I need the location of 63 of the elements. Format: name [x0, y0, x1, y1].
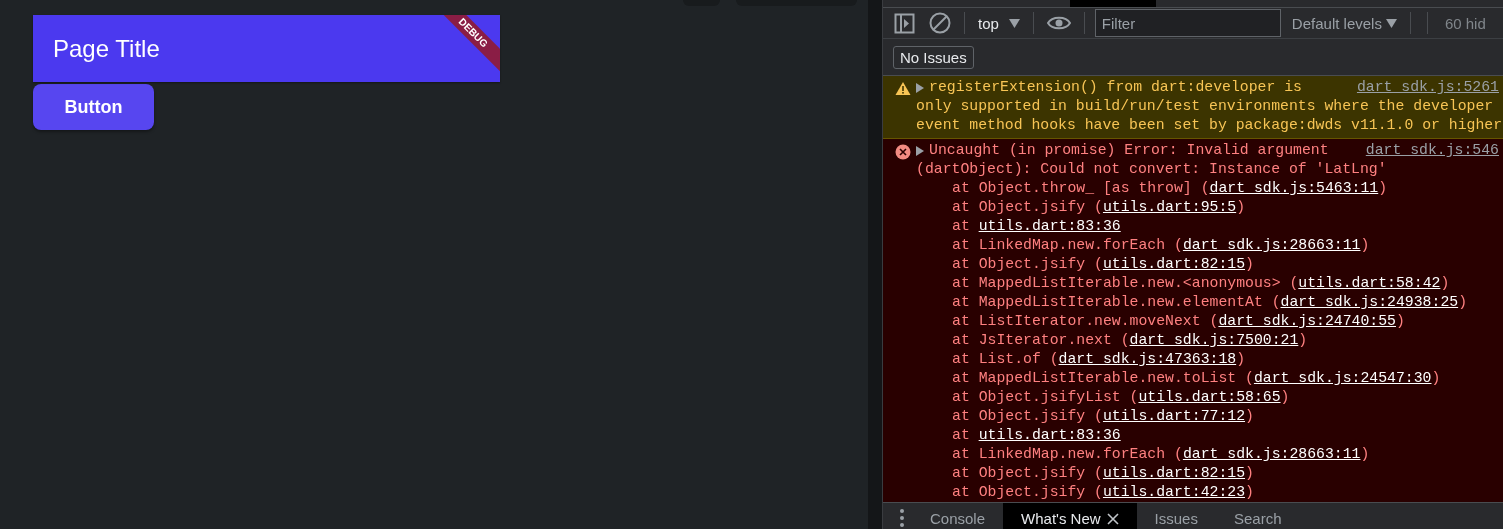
source-link[interactable]: utils.dart:82:15	[1102, 465, 1246, 481]
sidebar-toggle-icon[interactable]	[894, 12, 915, 34]
warning-icon	[895, 81, 911, 96]
stack-frame: at Object.jsifyList (utils.dart:58:65)	[916, 388, 1499, 407]
source-link[interactable]: dart_sdk.js:546	[1365, 141, 1499, 160]
dropdown-caret-icon	[1008, 18, 1020, 28]
expand-arrow-icon[interactable]	[916, 145, 924, 156]
message-text: Uncaught (in promise) Error: Invalid argument	[929, 141, 1330, 160]
source-link[interactable]: dart_sdk.js:24740:55	[1218, 313, 1396, 329]
stack-frame: at MappedListIterable.new.toList (dart_sdk.js:24547:30)	[916, 369, 1499, 388]
source-link[interactable]: utils.dart:83:36	[978, 218, 1121, 234]
error-icon	[895, 144, 911, 160]
source-link[interactable]: dart_sdk.js:5261	[1356, 78, 1499, 97]
app-button[interactable]: Button	[33, 84, 154, 130]
message-text: registerExtension() from dart:developer is	[929, 78, 1303, 97]
source-link[interactable]: dart_sdk.js:24547:30	[1253, 370, 1432, 386]
drawer-tab[interactable]: Console	[912, 503, 1004, 529]
stack-frame: at ListIterator.new.moveNext (dart_sdk.js:24740:55)	[916, 312, 1499, 331]
source-link[interactable]: dart_sdk.js:7500:21	[1129, 332, 1299, 348]
page-title: Page Title	[53, 34, 160, 63]
stack-frame: at MappedListIterable.new.<anonymous> (utils.dart:58:42)	[916, 274, 1499, 293]
source-link[interactable]: dart_sdk.js:47363:18	[1058, 351, 1237, 367]
clear-console-icon[interactable]	[929, 12, 951, 34]
message-text: (dartObject): Could not convert: Instance of 'LatLng'	[916, 160, 1388, 179]
source-link[interactable]: utils.dart:95:5	[1102, 199, 1237, 215]
stack-frame: at Object.jsify (utils.dart:77:12)	[916, 407, 1499, 426]
stack-frame: at JsIterator.next (dart_sdk.js:7500:21)	[916, 331, 1499, 350]
stack-frame: at LinkedMap.new.forEach (dart_sdk.js:28663:11)	[916, 236, 1499, 255]
source-link[interactable]: utils.dart:42:23	[1102, 484, 1246, 500]
message-text: event method hooks have been set by package:dwds v11.1.0 or higher	[916, 116, 1499, 135]
stack-frame: at Object.jsify (utils.dart:95:5)	[916, 198, 1499, 217]
drawer-tab[interactable]: Search	[1215, 503, 1300, 529]
close-icon[interactable]	[1106, 513, 1119, 525]
source-link[interactable]: utils.dart:58:42	[1298, 275, 1441, 291]
stack-frame: at LinkedMap.new.forEach (dart_sdk.js:28663:11)	[916, 445, 1499, 464]
stack-frame: at Object.jsify (utils.dart:42:23)	[916, 483, 1499, 502]
more-menu-icon[interactable]	[900, 508, 904, 527]
source-link[interactable]: utils.dart:77:12	[1102, 408, 1246, 424]
stack-frame: at Object.throw_ [as throw] (dart_sdk.js:5463:11)	[916, 179, 1499, 198]
stack-frame: at List.of (dart_sdk.js:47363:18)	[916, 350, 1499, 369]
drawer-tab[interactable]: Issues	[1136, 503, 1216, 529]
eye-icon[interactable]	[1046, 15, 1071, 31]
filter-field[interactable]: Filter	[1094, 9, 1281, 37]
source-link[interactable]: dart_sdk.js:5463:11	[1209, 180, 1379, 196]
source-link[interactable]: utils.dart:83:36	[978, 427, 1121, 443]
message-text: only supported in build/run/test environments where the developer	[916, 97, 1495, 116]
expand-arrow-icon[interactable]	[916, 82, 924, 93]
source-link[interactable]: utils.dart:58:65	[1138, 389, 1281, 405]
source-link[interactable]: dart_sdk.js:28663:11	[1182, 237, 1361, 253]
stack-frame: at utils.dart:83:36	[916, 426, 1499, 445]
source-link[interactable]: dart_sdk.js:24938:25	[1280, 294, 1459, 310]
drawer-tab[interactable]: What's New	[1003, 503, 1137, 529]
stack-frame: at MappedListIterable.new.elementAt (dart_sdk.js:24938:25)	[916, 293, 1499, 312]
issues-button[interactable]: No Issues	[893, 45, 974, 69]
source-link[interactable]: utils.dart:82:15	[1102, 256, 1246, 272]
context-dropdown[interactable]: top	[978, 14, 1020, 32]
source-link[interactable]: dart_sdk.js:28663:11	[1182, 446, 1361, 462]
hidden-count: 60 hid	[1444, 14, 1486, 32]
stack-frame: at Object.jsify (utils.dart:82:15)	[916, 255, 1499, 274]
levels-dropdown[interactable]: Default levels	[1291, 14, 1397, 32]
stack-frame: at utils.dart:83:36	[916, 217, 1499, 236]
dropdown-caret-icon	[1385, 18, 1397, 28]
stack-frame: at Object.jsify (utils.dart:82:15)	[916, 464, 1499, 483]
